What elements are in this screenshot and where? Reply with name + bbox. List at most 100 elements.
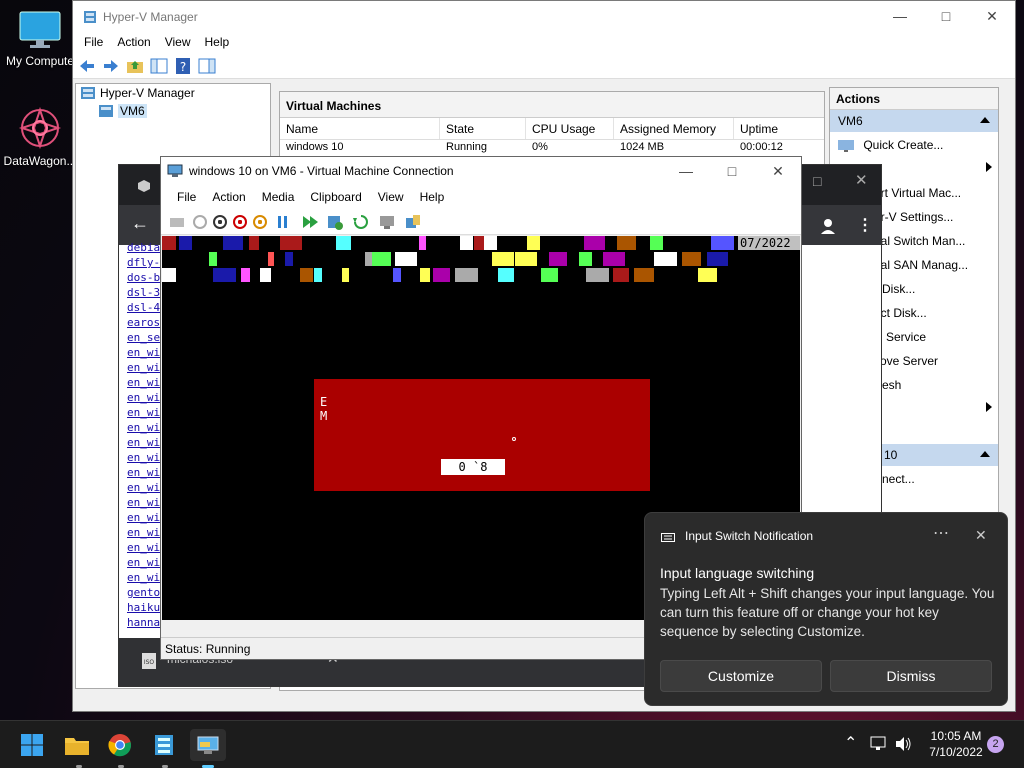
vm-uptime: 00:00:12 [740,141,783,153]
tree-node-hyperv-manager[interactable]: Hyper-V Manager [76,84,270,102]
menu-help[interactable]: Help [198,33,237,53]
submenu-arrow-icon [986,402,992,412]
back-arrow-icon[interactable] [77,57,97,75]
help-icon[interactable]: ? [173,57,193,75]
glitch-block [268,252,274,266]
minimize-button[interactable]: — [877,1,923,31]
taskbar-server-manager[interactable] [146,729,182,761]
vm-connection-menubar: File Action Media Clipboard View Help [161,185,801,209]
menu-clipboard[interactable]: Clipboard [302,190,369,204]
hyperv-titlebar[interactable]: Hyper-V Manager [73,1,1015,33]
glitch-block [420,268,430,282]
menu-action[interactable]: Action [110,33,157,53]
more-options-icon[interactable]: ⋯ [933,523,949,543]
up-folder-icon[interactable] [125,57,145,75]
glitch-block [419,236,426,250]
minimize-button[interactable]: — [663,157,709,185]
network-icon[interactable] [870,736,888,752]
table-row[interactable]: windows 10 Running 0% 1024 MB 00:00:12 [280,140,824,156]
maximize-button[interactable]: □ [709,157,755,185]
checkpoint-icon[interactable] [325,213,345,231]
start-icon[interactable] [193,214,207,229]
pause-icon[interactable] [273,213,293,231]
save-icon[interactable] [253,214,267,229]
menu-view[interactable]: View [370,190,412,204]
notification-badge[interactable]: 2 [987,736,1004,753]
col-memory[interactable]: Assigned Memory [614,118,734,139]
clock[interactable]: 10:05 AM 7/10/2022 [920,728,992,760]
hyperv-window-controls: — □ ✕ [877,1,1015,31]
chevron-up-icon[interactable]: ⌃ [844,733,857,753]
submenu-arrow-icon [986,162,992,172]
glitch-block [484,236,497,250]
show-hide-console-tree-icon[interactable] [149,57,169,75]
vm-memory: 1024 MB [620,141,665,153]
collapse-icon [980,451,990,457]
svg-text:?: ? [180,60,186,74]
vm-name: windows 10 [286,141,344,153]
desktop-icon-my-computer[interactable]: My Compute [0,10,80,68]
menu-view[interactable]: View [158,33,198,53]
back-arrow-icon[interactable]: ← [131,213,149,234]
more-menu-icon[interactable]: ⋮ [857,215,873,235]
taskbar-chrome[interactable] [102,729,138,761]
tree-label: Hyper-V Manager [100,86,195,100]
error-input-field[interactable]: 0 `8 [441,459,505,475]
server-manager-icon [155,735,173,755]
col-name[interactable]: Name [280,118,440,139]
speaker-icon[interactable] [894,736,912,752]
glitch-block [498,268,514,282]
revert-icon[interactable] [351,213,371,231]
close-button[interactable]: ✕ [969,1,1015,31]
notification-close-icon[interactable]: ✕ [975,527,987,544]
start-button[interactable] [14,729,50,761]
vm-connection-title: windows 10 on VM6 - Virtual Machine Conn… [189,164,454,178]
glitch-block [162,268,176,282]
enhanced-session-icon[interactable] [377,213,397,231]
browser-tab-icon [138,180,150,192]
action-quick-create[interactable]: Quick Create... [830,132,998,156]
taskbar-file-explorer[interactable] [59,729,95,761]
glitch-block [336,236,351,250]
hyperv-title: Hyper-V Manager [103,10,198,24]
menu-action[interactable]: Action [204,190,253,204]
share-icon[interactable] [403,213,423,231]
glitch-block [365,252,372,266]
col-cpu[interactable]: CPU Usage [526,118,614,139]
close-button[interactable]: ✕ [755,157,801,185]
col-state[interactable]: State [440,118,526,139]
dismiss-button[interactable]: Dismiss [830,660,992,692]
glitch-block [460,236,473,250]
taskbar-hyperv-manager[interactable] [190,729,226,761]
close-button[interactable]: ✕ [855,171,868,189]
show-hide-action-pane-icon[interactable] [197,57,217,75]
glitch-block [515,252,537,266]
desktop-icon-datawagon[interactable]: DataWagon... [0,106,80,168]
profile-icon[interactable] [819,217,837,235]
glitch-block [213,268,236,282]
vm-date-fragment: 07/2022 [740,236,791,250]
input-switch-notification[interactable]: Input Switch Notification ⋯ ✕ Input lang… [644,512,1008,706]
glitch-block [698,268,717,282]
menu-help[interactable]: Help [412,190,453,204]
svg-text:ISO: ISO [144,659,155,666]
glitch-block [527,236,540,250]
menu-file[interactable]: File [169,190,204,204]
col-uptime[interactable]: Uptime [734,118,824,139]
glitch-block [300,268,313,282]
error-line: E [320,395,328,409]
turn-off-icon[interactable] [213,214,227,229]
tree-node-vm6[interactable]: VM6 [76,102,270,120]
maximize-button[interactable]: □ [923,1,969,31]
menu-file[interactable]: File [77,33,110,53]
glitch-block [474,236,484,250]
menu-media[interactable]: Media [254,190,303,204]
maximize-button[interactable]: □ [813,173,821,189]
customize-button[interactable]: Customize [660,660,822,692]
resume-icon[interactable] [299,213,319,231]
ctrl-alt-del-icon[interactable] [167,213,187,231]
actions-section-vm6[interactable]: VM6 [830,110,998,132]
shut-down-icon[interactable] [233,214,247,229]
glitch-block [613,268,629,282]
forward-arrow-icon[interactable] [101,57,121,75]
